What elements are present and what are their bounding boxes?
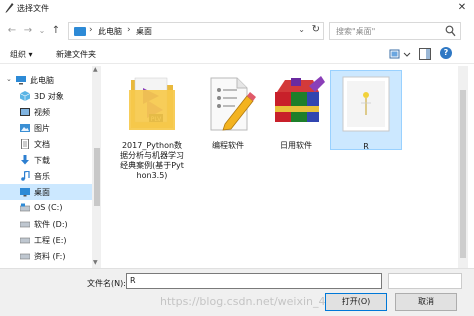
folder-icon: PLV — [129, 77, 175, 130]
navigation-pane: ⌄ 此电脑 3D 对象 视频 图片 文档 下载 音乐 桌面 OS (C:) 软件… — [0, 66, 104, 268]
sidebar-item-label: 图片 — [34, 124, 50, 133]
filename-label: 文件名(N): — [87, 279, 126, 288]
sidebar-item-label: 此电脑 — [30, 76, 54, 85]
navigation-bar: ← → ⌄ ↑ › 此电脑 › 桌面 ⌄ ↻ 搜索"桌面" — [0, 20, 474, 42]
help-button[interactable]: ? — [440, 47, 452, 59]
breadcrumb-separator: › — [127, 25, 131, 35]
sidebar-item-videos[interactable]: 视频 — [0, 104, 92, 120]
sidebar-item-drive-e[interactable]: 工程 (E:) — [0, 232, 92, 248]
feather-icon — [5, 3, 14, 13]
file-item[interactable]: 编程软件 — [192, 70, 264, 151]
address-bar[interactable]: › 此电脑 › 桌面 ⌄ ↻ — [68, 22, 324, 40]
back-button[interactable]: ← — [6, 24, 18, 38]
sidebar-item-desktop[interactable]: 桌面 — [0, 184, 92, 200]
file-list-scrollbar-thumb[interactable] — [460, 90, 466, 258]
file-item[interactable]: 日用软件 — [260, 70, 332, 151]
title-bar: 选择文件 ✕ — [0, 0, 474, 16]
filename-value: R — [130, 276, 136, 285]
refresh-button[interactable]: ↻ — [312, 24, 320, 35]
sidebar-item-documents[interactable]: 文档 — [0, 136, 92, 152]
sidebar-item-label: 视频 — [34, 108, 50, 117]
breadcrumb-desktop[interactable]: 桌面 — [136, 26, 152, 37]
file-item[interactable]: PLV 2017_Python数据分析与机器学习经典案例(基于Python3.5… — [116, 70, 188, 181]
sidebar-item-music[interactable]: 音乐 — [0, 168, 92, 184]
archive-icon — [275, 76, 325, 122]
organize-button[interactable]: 组织 ▾ — [10, 49, 33, 60]
sidebar-item-downloads[interactable]: 下载 — [0, 152, 92, 168]
document-icon — [21, 139, 29, 149]
computer-icon — [16, 76, 26, 85]
download-icon — [21, 155, 29, 165]
preview-pane-icon[interactable] — [419, 48, 431, 60]
breadcrumb-separator: › — [89, 25, 93, 35]
sidebar-item-this-pc[interactable]: ⌄ 此电脑 — [0, 72, 92, 88]
file-name-panel: 文件名(N): R https://blog.csdn.net/weixin_4… — [0, 268, 474, 316]
sidebar-item-label: 软件 (D:) — [34, 220, 68, 229]
search-icon — [445, 25, 456, 37]
breadcrumb-this-pc[interactable]: 此电脑 — [98, 26, 122, 37]
new-folder-button[interactable]: 新建文件夹 — [56, 49, 96, 60]
image-file-icon — [342, 76, 390, 132]
sidebar-item-label: 音乐 — [34, 172, 50, 181]
up-button[interactable]: ↑ — [50, 24, 62, 38]
drive-icon — [20, 253, 30, 260]
sidebar-item-drive-c[interactable]: OS (C:) — [0, 200, 92, 216]
computer-icon — [74, 27, 86, 36]
sidebar-item-drive-d[interactable]: 软件 (D:) — [0, 216, 92, 232]
recent-locations-button[interactable]: ⌄ — [36, 24, 48, 38]
sidebar-scrollbar-thumb[interactable] — [94, 148, 100, 206]
sidebar-item-label: 工程 (E:) — [34, 236, 67, 245]
cancel-button[interactable]: 取消 — [395, 293, 457, 311]
sidebar-item-label: 桌面 — [34, 188, 50, 197]
address-dropdown-button[interactable]: ⌄ — [298, 25, 305, 34]
command-bar: 组织 ▾ 新建文件夹 ? — [0, 44, 474, 64]
sidebar-item-label: OS (C:) — [34, 203, 63, 212]
drive-icon — [20, 221, 30, 228]
file-item[interactable]: R — [330, 70, 402, 151]
file-name: 编程软件 — [212, 141, 244, 150]
music-icon — [21, 171, 30, 181]
close-button[interactable]: ✕ — [452, 1, 472, 15]
video-icon — [20, 108, 30, 116]
sidebar-item-label: 下载 — [34, 156, 50, 165]
pictures-icon — [20, 124, 30, 132]
window-title: 选择文件 — [17, 4, 49, 13]
forward-button[interactable]: → — [22, 24, 34, 38]
drive-icon — [20, 237, 30, 244]
open-button[interactable]: 打开(O) — [325, 293, 387, 311]
search-input[interactable]: 搜索"桌面" — [336, 26, 375, 37]
search-box[interactable]: 搜索"桌面" — [329, 22, 461, 40]
shortcut-icon — [210, 77, 256, 131]
view-options-icon[interactable] — [389, 48, 411, 60]
sidebar-item-label: 3D 对象 — [34, 92, 64, 101]
file-name: 日用软件 — [280, 141, 312, 150]
file-name: 2017_Python数据分析与机器学习经典案例(基于Python3.5) — [120, 141, 184, 180]
sidebar-item-label: 文档 — [34, 140, 50, 149]
scroll-down-icon[interactable]: ▼ — [93, 259, 98, 266]
file-list-scrollbar[interactable] — [458, 66, 468, 268]
sidebar-item-3d-objects[interactable]: 3D 对象 — [0, 88, 92, 104]
chevron-down-icon[interactable]: ⌄ — [6, 75, 12, 83]
scroll-up-icon[interactable]: ▲ — [93, 66, 98, 73]
file-name: R — [363, 142, 369, 151]
file-type-select[interactable] — [388, 273, 462, 289]
sidebar-item-pictures[interactable]: 图片 — [0, 120, 92, 136]
file-list: PLV 2017_Python数据分析与机器学习经典案例(基于Python3.5… — [106, 66, 474, 268]
sidebar-item-drive-f[interactable]: 资料 (F:) — [0, 248, 92, 264]
sidebar-item-label: 资料 (F:) — [34, 252, 66, 261]
filename-field[interactable]: R — [126, 273, 382, 289]
desktop-icon — [20, 188, 30, 197]
3d-objects-icon — [20, 91, 30, 101]
drive-icon — [20, 203, 30, 212]
